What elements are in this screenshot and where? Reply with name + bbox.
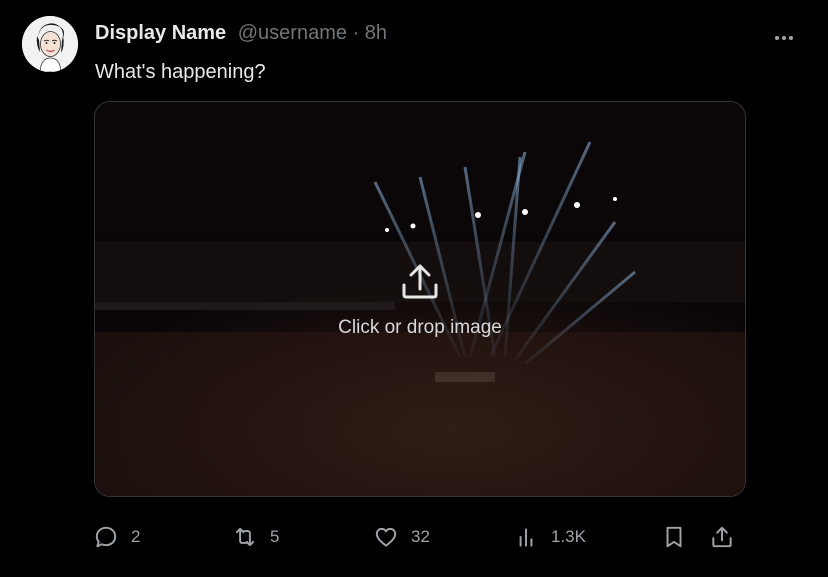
views-button[interactable]: 1.3K [513,524,586,550]
retweet-count: 5 [270,527,280,546]
share-icon [712,526,732,548]
reply-icon [95,526,117,548]
share-button[interactable] [709,524,735,550]
avatar[interactable] [22,16,78,72]
more-icon-dot [789,36,793,40]
retweet-button[interactable]: 5 [232,524,279,550]
media-upload-area[interactable]: Click or drop image [94,101,746,497]
heart-icon [375,527,397,547]
upload-label: Click or drop image [338,317,502,338]
bookmark-button[interactable] [661,524,687,550]
more-options-button[interactable] [770,28,800,48]
bookmark-icon [666,526,682,548]
avatar-image [22,16,78,72]
more-icon-dot [782,36,786,40]
reply-count: 2 [131,527,141,546]
more-icon [775,36,779,40]
tweet-header: Display Name @username · 8h [95,21,387,45]
timestamp[interactable]: 8h [365,22,387,44]
reply-button[interactable]: 2 [93,524,140,550]
upload-icon [402,264,438,299]
upload-overlay[interactable]: Click or drop image [95,102,745,496]
username-handle[interactable]: @username [238,22,347,44]
retweet-icon [235,527,255,547]
like-count: 32 [411,527,430,546]
display-name[interactable]: Display Name [95,22,226,44]
tweet-text: What's happening? [95,61,266,83]
analytics-icon [519,528,533,547]
separator-dot: · [352,22,360,44]
like-button[interactable]: 32 [373,524,430,550]
views-count: 1.3K [551,527,586,546]
